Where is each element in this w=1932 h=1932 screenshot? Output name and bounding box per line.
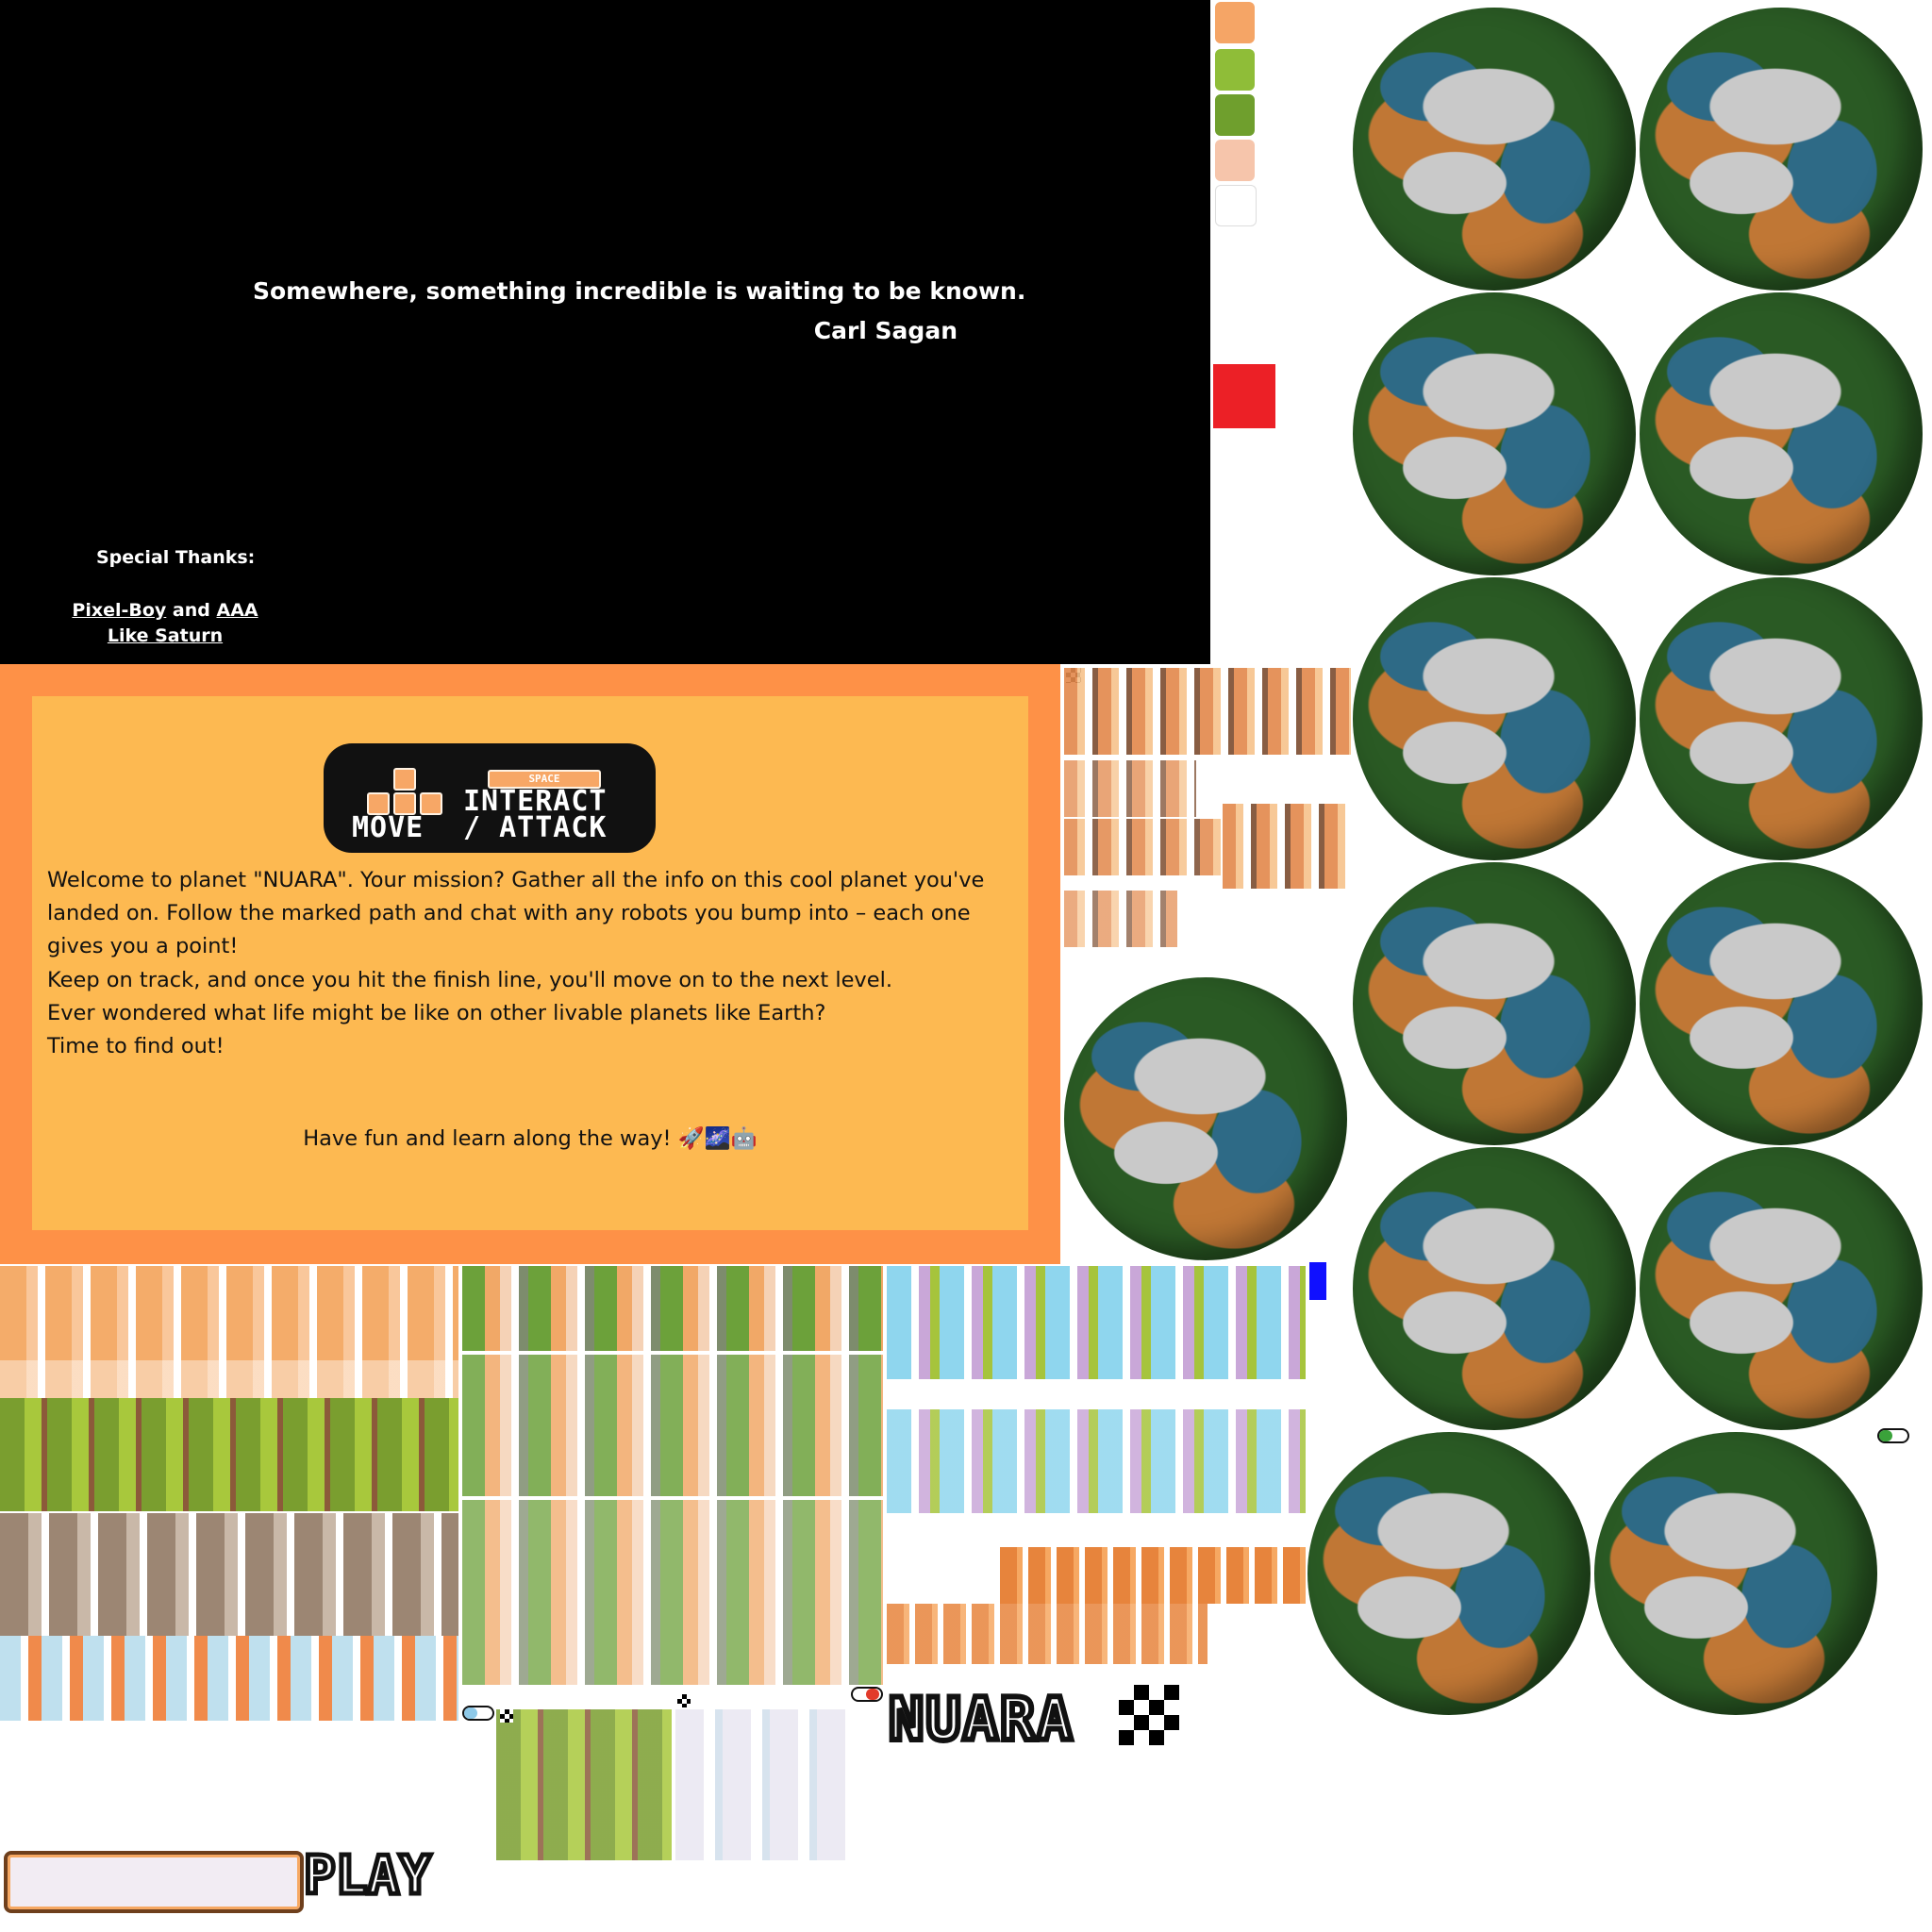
tile-swatch-lightgreen [1215, 49, 1255, 91]
terrain-tileset [462, 1355, 883, 1496]
like-saturn-link[interactable]: Like Saturn [108, 625, 223, 646]
planet-sprite [1640, 1147, 1923, 1430]
checker-icon [677, 1694, 691, 1707]
tile-swatch-peach [1215, 140, 1255, 181]
arrow-up-key-icon [393, 768, 416, 791]
mission-paragraph: Welcome to planet "NUARA". Your mission?… [47, 868, 985, 958]
aaa-link[interactable]: AAA [216, 600, 258, 621]
red-swatch [1213, 364, 1275, 428]
tile-swatch-orange [1215, 2, 1255, 43]
special-thanks-links: Pixel-Boy and AAA Like Saturn [66, 598, 264, 649]
cloud-tileset [675, 1709, 851, 1860]
checkered-flag-icon [1119, 1685, 1179, 1745]
goal-line-3: Time to find out! [47, 1034, 225, 1058]
brick-tileset [887, 1604, 1208, 1664]
pixel-boy-link[interactable]: Pixel-Boy [72, 600, 166, 621]
brick-tileset [1000, 1547, 1306, 1604]
special-thanks-title: Special Thanks: [96, 547, 256, 568]
planet-sprite [1353, 292, 1636, 575]
name-input-frame[interactable] [4, 1851, 304, 1913]
planet-sprite [1594, 1432, 1877, 1715]
props-tileset [1064, 819, 1223, 875]
quote-text: Somewhere, something incredible is waiti… [253, 277, 1026, 305]
props-tileset [1064, 760, 1196, 817]
planet-sprite [1640, 292, 1923, 575]
props-tileset [1064, 668, 1351, 755]
planet-sprite [1640, 577, 1923, 860]
planet-sprite [1064, 977, 1347, 1260]
ice-tileset [0, 1636, 458, 1721]
toggle-knob-icon [1879, 1430, 1892, 1441]
attack-label: / ATTACK [463, 811, 608, 844]
platform-tileset [496, 1709, 672, 1860]
grass-tileset [0, 1398, 458, 1511]
terrain-tileset [462, 1266, 883, 1351]
water-tileset [887, 1266, 1306, 1379]
props-tileset [1064, 891, 1177, 947]
planet-sprite [1353, 862, 1636, 1145]
orange-ground-tileset [0, 1360, 458, 1398]
planet-sprite [1640, 862, 1923, 1145]
move-label: MOVE [352, 811, 425, 844]
planet-sprite [1353, 1147, 1636, 1430]
toggle-on-icon [1877, 1428, 1909, 1443]
instructions-card: MOVE SPACE INTERACT / ATTACK Welcome to … [32, 696, 1028, 1230]
dirt-tileset [0, 1513, 458, 1636]
planet-sprite [1353, 577, 1636, 860]
toggle-off-icon [462, 1706, 494, 1721]
instructions-panel: MOVE SPACE INTERACT / ATTACK Welcome to … [0, 664, 1060, 1264]
objects-tileset [462, 1500, 883, 1685]
orange-ground-tileset [0, 1266, 458, 1360]
play-logo[interactable]: PLAY [302, 1843, 434, 1909]
props-tileset [1223, 804, 1351, 889]
goal-paragraph: Keep on track, and once you hit the fini… [47, 964, 1019, 1063]
quote-panel: Somewhere, something incredible is waiti… [0, 0, 1210, 664]
blue-swatch [1309, 1262, 1326, 1300]
goal-line-1: Keep on track, and once you hit the fini… [47, 968, 892, 992]
toggle-knob-icon [866, 1689, 879, 1700]
controls-badge: MOVE SPACE INTERACT / ATTACK [324, 743, 656, 853]
tile-swatch-green [1215, 94, 1255, 136]
quote-author: Carl Sagan [813, 317, 958, 344]
tile-swatch-white [1215, 185, 1257, 226]
planet-sprite [1640, 8, 1923, 291]
goal-line-2: Ever wondered what life might be like on… [47, 1001, 826, 1025]
and-text: and [166, 600, 217, 621]
planet-sprite [1353, 8, 1636, 291]
nuara-logo: NUARA [886, 1682, 1075, 1757]
toggle-knob-icon [464, 1707, 477, 1719]
checker-icon [500, 1709, 513, 1723]
water-tileset [887, 1409, 1306, 1513]
toggle-red-icon [851, 1687, 883, 1702]
planet-sprite [1307, 1432, 1591, 1715]
fun-line: Have fun and learn along the way! 🚀🌌🤖 [303, 1126, 758, 1151]
